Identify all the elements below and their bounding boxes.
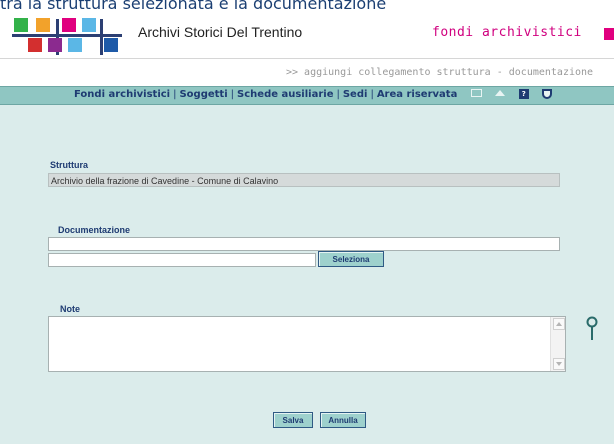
scroll-up-button[interactable] [553, 318, 565, 330]
site-title: Archivi Storici Del Trentino [138, 24, 303, 40]
mail-icon[interactable] [470, 89, 482, 97]
annulla-button[interactable]: Annulla [320, 412, 366, 428]
shield-icon[interactable] [542, 89, 553, 99]
salva-button[interactable]: Salva [273, 412, 313, 428]
chevron-down-icon [556, 362, 562, 366]
documentazione-label: Documentazione [58, 225, 131, 235]
nav-schede-ausiliarie[interactable]: Schede ausiliarie [237, 89, 333, 100]
nav-separator: | [370, 89, 374, 100]
main-navbar: Fondi archivistici | Soggetti | Schede ausil… [0, 86, 614, 105]
nav-area-riservata[interactable]: Area riservata [377, 89, 458, 100]
chevron-up-icon [556, 322, 562, 326]
nav-sedi[interactable]: Sedi [343, 89, 368, 100]
help-icon[interactable]: ? [518, 89, 529, 99]
lookup-icon[interactable] [585, 316, 599, 342]
home-icon[interactable] [495, 90, 506, 96]
site-logo [12, 16, 132, 60]
scroll-down-button[interactable] [553, 358, 565, 370]
note-label: Note [60, 304, 80, 314]
nav-separator: | [336, 89, 340, 100]
note-textarea[interactable] [48, 316, 566, 372]
note-scrollbar[interactable] [550, 317, 565, 371]
nav-fondi-archivistici[interactable]: Fondi archivistici [74, 89, 170, 100]
breadcrumb: >> aggiungi collegamento struttura - doc… [286, 67, 594, 78]
struttura-value: Archivio della frazione di Cavedine - Co… [48, 173, 560, 187]
nav-separator: | [173, 89, 177, 100]
nav-separator: | [230, 89, 235, 100]
form-area: Struttura Archivio della frazione di Cav… [0, 105, 614, 444]
documentazione-field[interactable] [48, 237, 560, 251]
page-caption: tra la struttura selezionata e la docume… [0, 0, 387, 12]
seleziona-button[interactable]: Seleziona [318, 251, 384, 267]
site-header: Archivi Storici Del Trentino fondi archi… [0, 12, 614, 82]
header-divider [0, 58, 614, 59]
nav-soggetti[interactable]: Soggetti [179, 89, 227, 100]
section-title: fondi archivistici [432, 25, 582, 40]
section-marker [604, 28, 614, 40]
struttura-label: Struttura [50, 160, 88, 170]
documentazione-code-field[interactable] [48, 253, 316, 267]
